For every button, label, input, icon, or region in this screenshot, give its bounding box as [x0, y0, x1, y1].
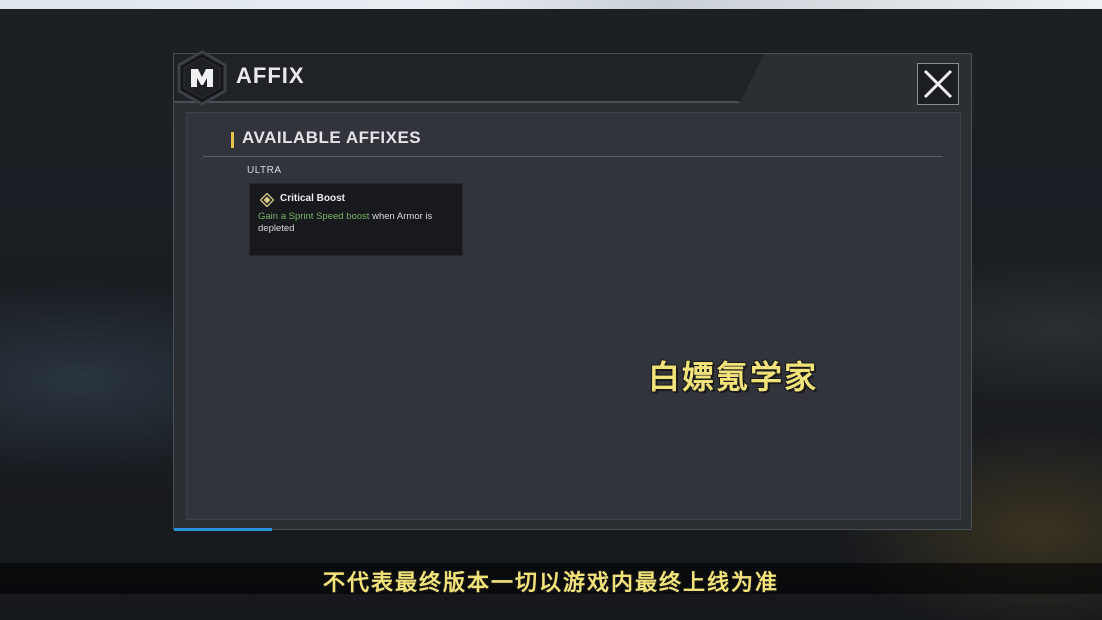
section-divider [203, 156, 943, 157]
top-banner-strip [0, 0, 1102, 9]
section-accent-bar [231, 132, 234, 148]
affix-name: Critical Boost [280, 193, 346, 204]
close-x-icon [923, 69, 953, 99]
affix-list-panel: AVAILABLE AFFIXES ULTRA Critical Boost G… [186, 112, 961, 520]
affix-dialog: AFFIX AVAILABLE AFFIXES ULTRA Critical B… [173, 50, 972, 531]
close-button[interactable] [917, 63, 959, 105]
watermark-text: 白嫖氪学家 [648, 358, 819, 396]
scroll-progress-bar [174, 528, 272, 531]
header-underline [174, 101, 739, 103]
affix-description: Gain a Sprint Speed boost when Armor is … [258, 211, 456, 235]
section-title: AVAILABLE AFFIXES [242, 128, 422, 147]
affix-description-highlight: Gain a Sprint Speed boost [258, 211, 370, 222]
affix-diamond-icon [260, 193, 274, 207]
dialog-title: AFFIX [236, 63, 305, 88]
tier-label-ultra: ULTRA [247, 165, 282, 176]
affix-card-critical-boost[interactable]: Critical Boost Gain a Sprint Speed boost… [249, 183, 463, 256]
subtitle-text: 不代表最终版本一切以游戏内最终上线为准 [322, 570, 779, 596]
m-hexagon-logo-icon [177, 50, 227, 106]
